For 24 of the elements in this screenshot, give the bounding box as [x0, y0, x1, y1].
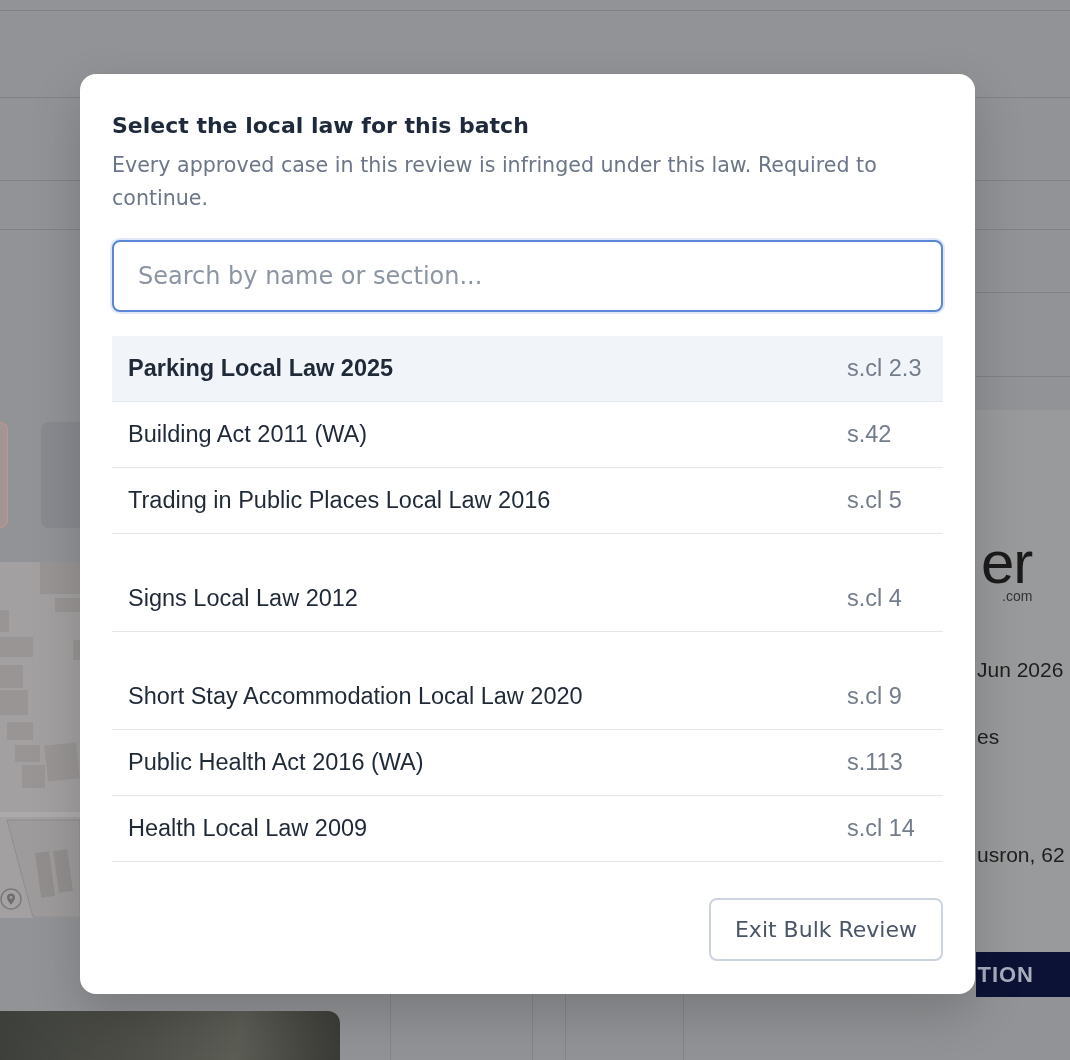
law-name: Short Stay Accommodation Local Law 2020	[128, 683, 584, 710]
law-name: Health Local Law 2009	[128, 815, 369, 842]
section-number: s.cl 4	[847, 585, 903, 612]
law-name: Signs Local Law 2012	[128, 585, 359, 612]
search-field[interactable]: Search by name or section...	[112, 240, 943, 312]
law-name: Building Act 2011 (WA)	[128, 421, 369, 448]
section-number: s.cl 9	[847, 683, 903, 710]
exit-button[interactable]: Exit Bulk Review	[708, 898, 943, 961]
law-name: Trading in Public Places Local Law 2016	[128, 487, 552, 514]
detail-text: usron, 62	[977, 842, 1065, 868]
location-pin-icon[interactable]	[0, 888, 22, 910]
law-option[interactable]: Parking Local Law 2025 s.cl 2.3	[112, 336, 943, 402]
section-number: s.cl 2.3	[847, 355, 923, 382]
law-name: Public Health Act 2016 (WA)	[128, 749, 425, 776]
section-number: s.42	[847, 421, 893, 448]
section-number: s.cl 14	[847, 815, 916, 842]
dialog-title: Select the local law for this batch	[112, 112, 530, 140]
detail-text: Jun 2026	[977, 657, 1064, 683]
dialog-description: Every approved case in this review is infringed under this law. Required to continue.	[112, 152, 878, 212]
detail-text: es	[977, 724, 1000, 750]
section-number: s.113	[847, 749, 904, 776]
section-number: s.cl 5	[847, 487, 903, 514]
law-name: Parking Local Law 2025	[128, 355, 395, 382]
action-button[interactable]: TION	[976, 952, 1070, 997]
